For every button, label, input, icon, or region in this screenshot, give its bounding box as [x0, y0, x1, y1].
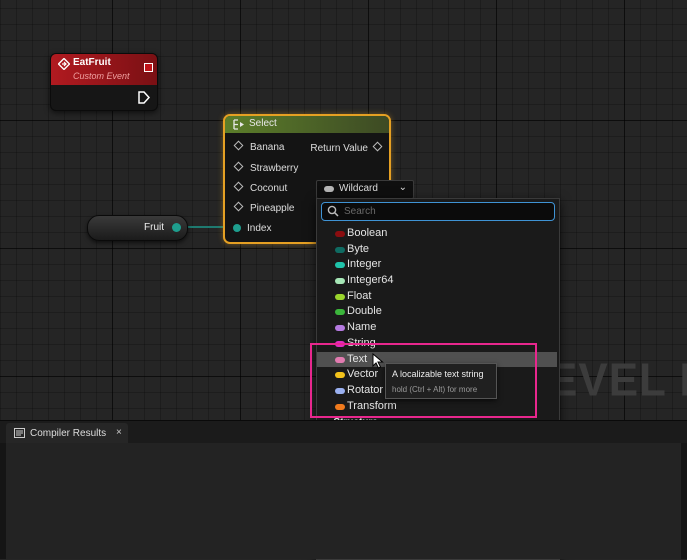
event-diamond-icon: [58, 58, 70, 70]
type-item-label: Float: [347, 289, 372, 302]
event-node-title: EatFruit: [73, 57, 111, 68]
type-color-swatch: [335, 262, 345, 269]
fruit-variable-label: Fruit: [144, 222, 164, 233]
type-item-label: Double: [347, 305, 382, 318]
close-icon[interactable]: ×: [116, 427, 122, 438]
type-item-label: Boolean: [347, 227, 388, 239]
type-item-integer[interactable]: Integer: [317, 257, 557, 273]
chevron-down-icon: ⌄: [398, 182, 407, 193]
pin-type-selected: Wildcard: [339, 183, 378, 194]
type-search-input[interactable]: [344, 204, 544, 218]
option-label: Coconut: [250, 183, 288, 194]
type-color-swatch: [335, 246, 345, 253]
type-color-swatch: [335, 293, 345, 300]
type-item-integer64[interactable]: Integer64: [317, 273, 557, 289]
select-option-pin-strawberry[interactable]: Strawberry: [233, 161, 299, 176]
tab-label: Compiler Results: [30, 428, 107, 439]
index-pin[interactable]: Index: [233, 223, 271, 234]
type-color-swatch: [335, 278, 345, 285]
type-color-swatch: [335, 325, 345, 332]
select-node-header[interactable]: Select: [225, 116, 389, 133]
type-item-float[interactable]: Float: [317, 289, 557, 305]
pin-type-dropdown[interactable]: Wildcard ⌄: [316, 180, 414, 199]
select-option-pin-pineapple[interactable]: Pineapple: [233, 201, 295, 216]
enum-pin-icon: [233, 224, 241, 232]
type-item-label: Integer64: [347, 274, 394, 287]
exec-output-pin-icon[interactable]: [138, 91, 150, 104]
type-item-double[interactable]: Double: [317, 304, 557, 320]
type-item-label: Name: [347, 321, 377, 334]
option-label: Pineapple: [250, 203, 295, 214]
graph-watermark: EVEL B: [548, 354, 687, 407]
bottom-panel: Compiler Results ×: [0, 420, 687, 559]
type-item-label: Byte: [347, 242, 370, 255]
return-value-label: Return Value: [310, 143, 368, 154]
custom-event-node[interactable]: EatFruit Custom Event: [50, 53, 158, 111]
event-node-subtitle: Custom Event: [73, 71, 130, 81]
option-label: Strawberry: [250, 163, 299, 174]
option-label: Banana: [250, 142, 285, 153]
search-icon: [327, 205, 339, 217]
wildcard-pin-icon: [233, 181, 244, 192]
return-value-pin[interactable]: Return Value: [310, 141, 383, 154]
wildcard-type-swatch: [324, 186, 334, 192]
fruit-variable-node[interactable]: Fruit: [87, 215, 188, 241]
type-color-swatch: [335, 231, 345, 237]
type-item-label: Integer: [347, 258, 382, 271]
wildcard-pin-icon: [233, 161, 244, 172]
type-item-byte[interactable]: Byte: [317, 242, 557, 258]
wildcard-pin-icon: [372, 141, 383, 152]
select-function-icon: [233, 119, 244, 130]
event-delegate-pin[interactable]: [144, 63, 153, 72]
type-item-boolean[interactable]: Boolean: [317, 226, 557, 242]
event-node-header[interactable]: EatFruit Custom Event: [51, 54, 157, 85]
compiler-results-body: [6, 443, 681, 559]
compiler-results-icon: [14, 428, 25, 438]
index-label: Index: [247, 223, 272, 234]
select-node-title: Select: [249, 118, 277, 129]
panel-tab-bar: Compiler Results ×: [0, 421, 687, 443]
type-item-name[interactable]: Name: [317, 320, 557, 336]
annotation-highlight-box: [310, 343, 537, 418]
wildcard-pin-icon: [233, 140, 244, 151]
tab-compiler-results[interactable]: Compiler Results ×: [6, 423, 128, 443]
wildcard-pin-icon: [233, 201, 244, 212]
select-option-pin-coconut[interactable]: Coconut: [233, 181, 288, 196]
select-option-pin-banana[interactable]: Banana: [233, 140, 285, 155]
type-color-swatch: [335, 309, 345, 316]
fruit-output-pin[interactable]: [172, 223, 181, 232]
type-search-box[interactable]: [321, 202, 555, 221]
